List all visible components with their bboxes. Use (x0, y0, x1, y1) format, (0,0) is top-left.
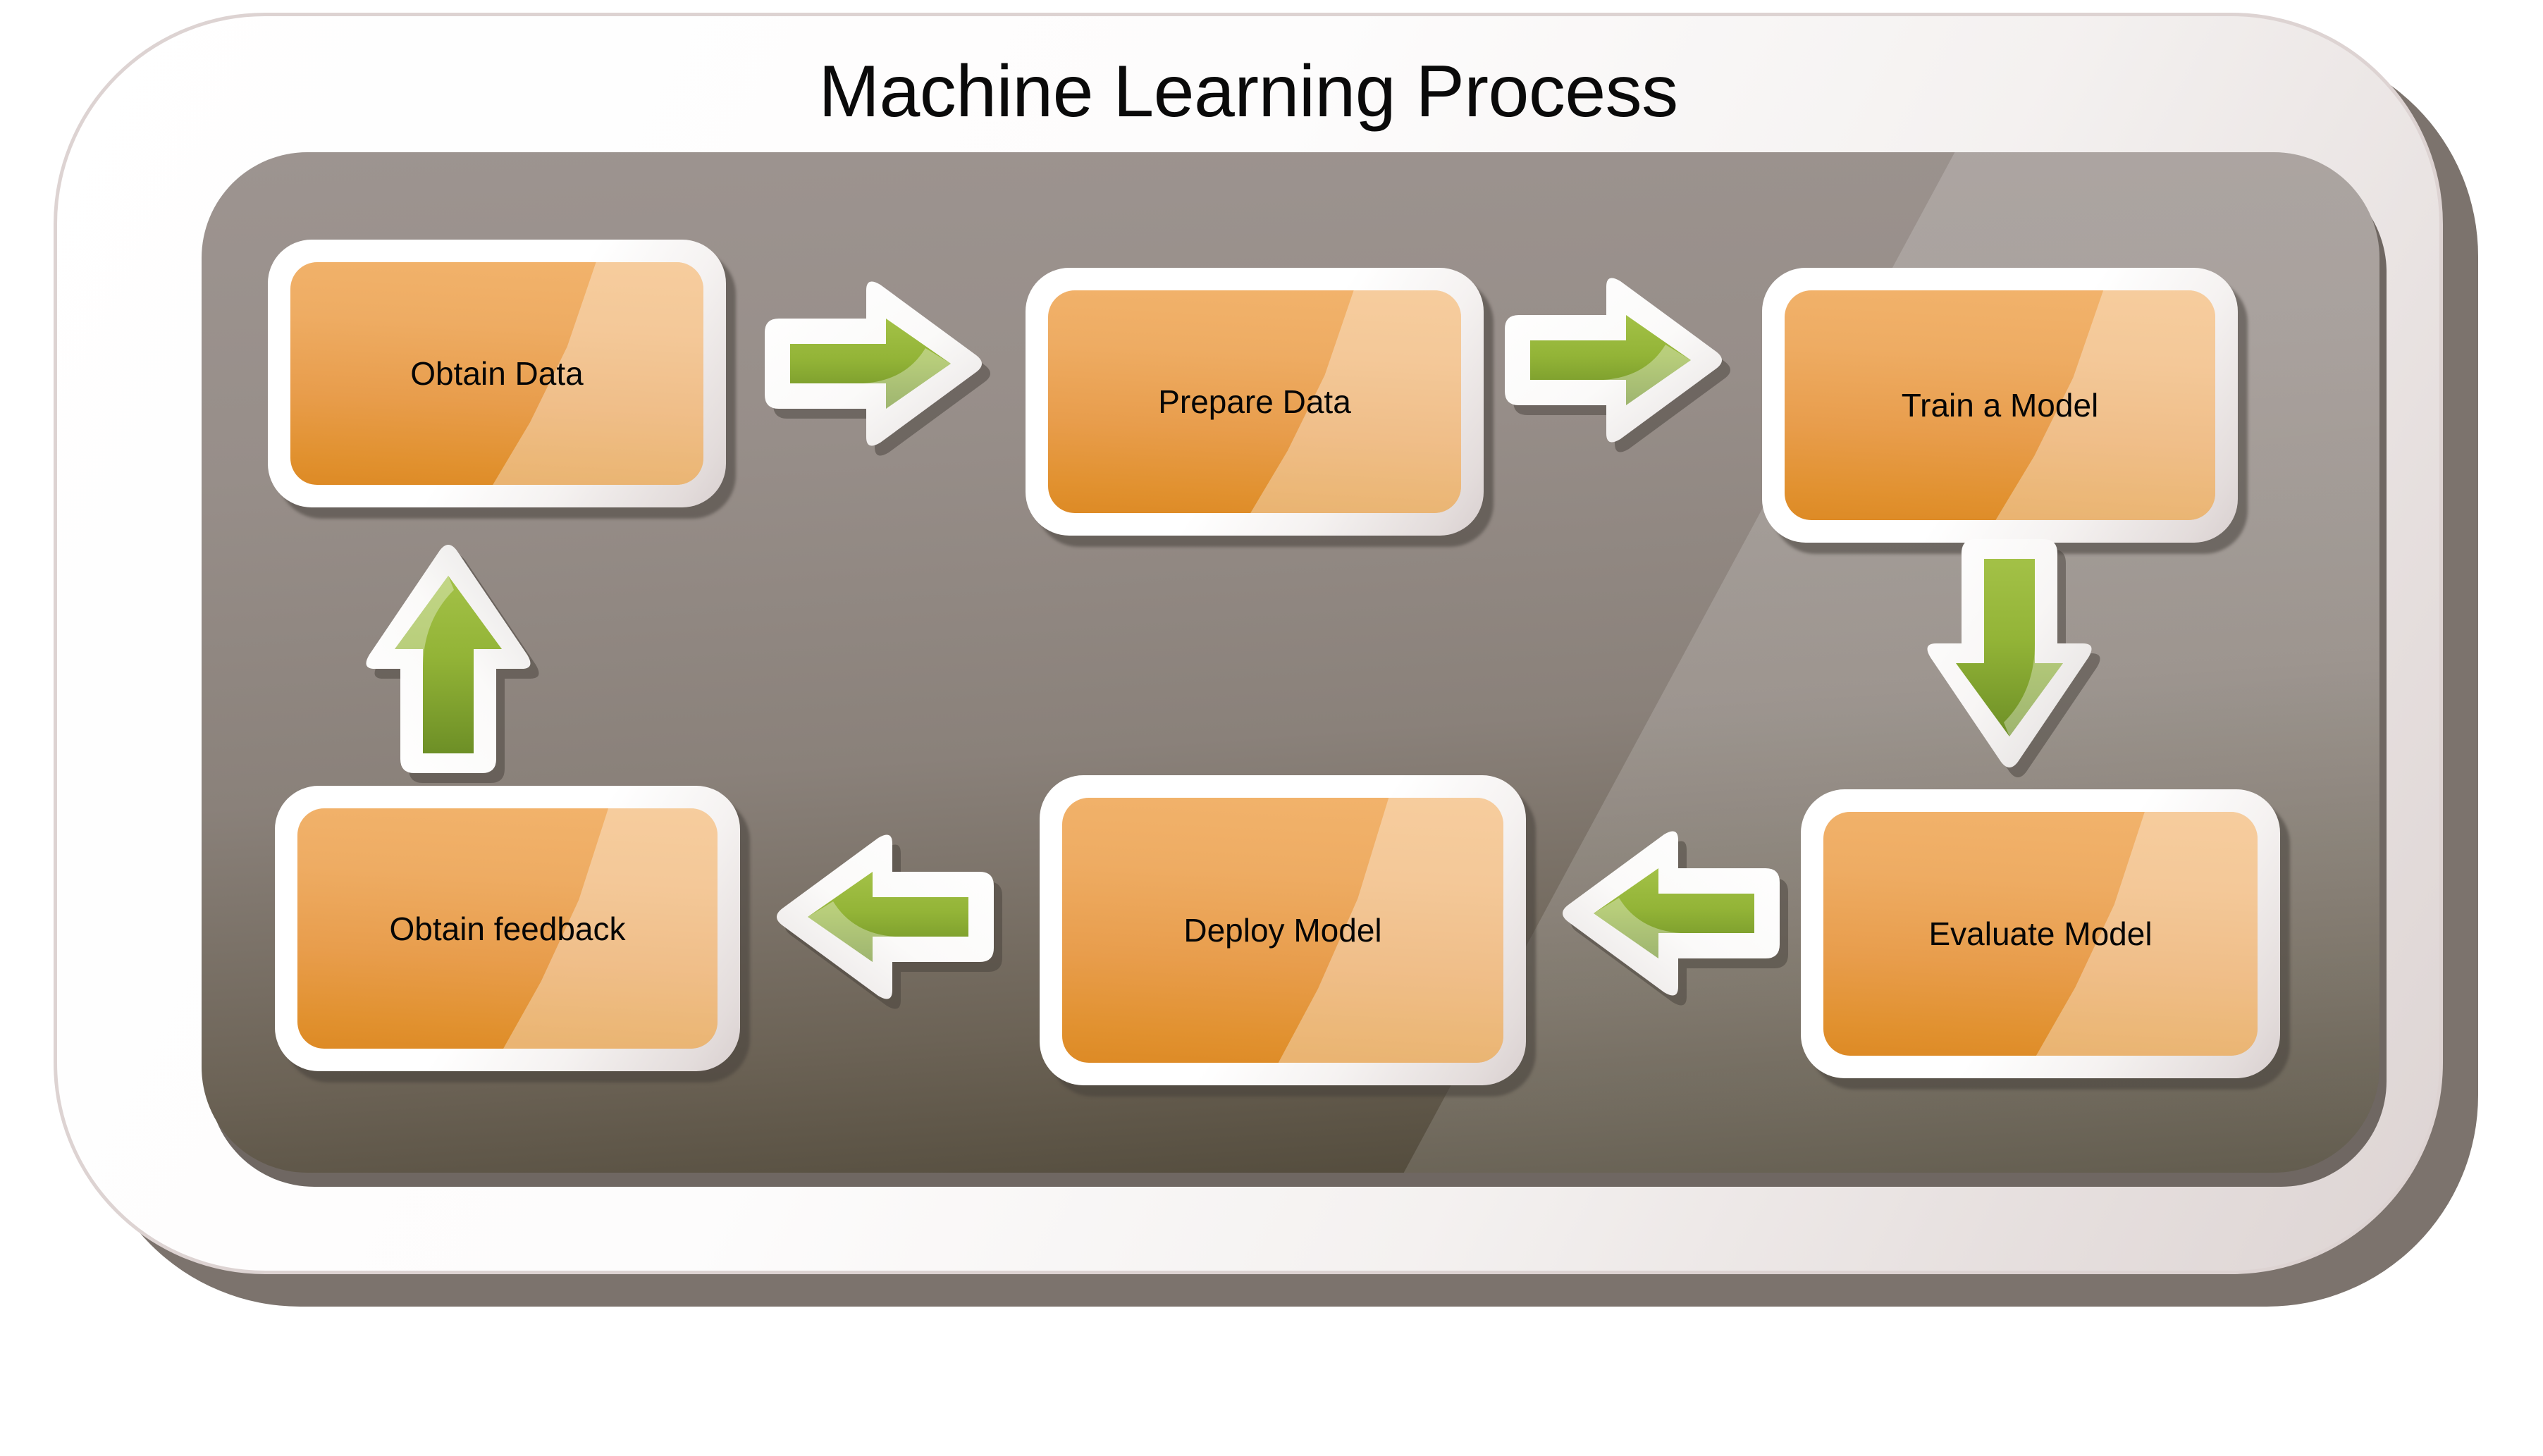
node-label: Obtain feedback (389, 910, 626, 947)
arrow-down-icon (1927, 539, 2100, 779)
arrow-up-icon (366, 539, 539, 783)
arrow-right-icon (765, 281, 990, 456)
node-obtain-feedback[interactable]: Obtain feedback (275, 786, 750, 1082)
node-label: Evaluate Model (1928, 915, 2153, 952)
diagram-canvas: Machine Learning Process Obtain Data Pre… (0, 0, 2543, 1456)
node-prepare-data[interactable]: Prepare Data (1026, 268, 1494, 547)
arrow-left-icon (1554, 831, 1788, 1006)
arrow-right-icon (1505, 278, 1730, 452)
node-label: Train a Model (1901, 387, 2099, 424)
page-title: Machine Learning Process (818, 51, 1678, 132)
node-deploy-model[interactable]: Deploy Model (1040, 775, 1536, 1097)
node-evaluate-model[interactable]: Evaluate Model (1801, 789, 2290, 1090)
arrow-left-icon (768, 834, 1002, 1009)
node-label: Deploy Model (1183, 912, 1382, 949)
node-train-a-model[interactable]: Train a Model (1762, 268, 2248, 554)
node-label: Obtain Data (410, 355, 584, 392)
node-label: Prepare Data (1158, 383, 1351, 420)
node-obtain-data[interactable]: Obtain Data (268, 240, 736, 519)
